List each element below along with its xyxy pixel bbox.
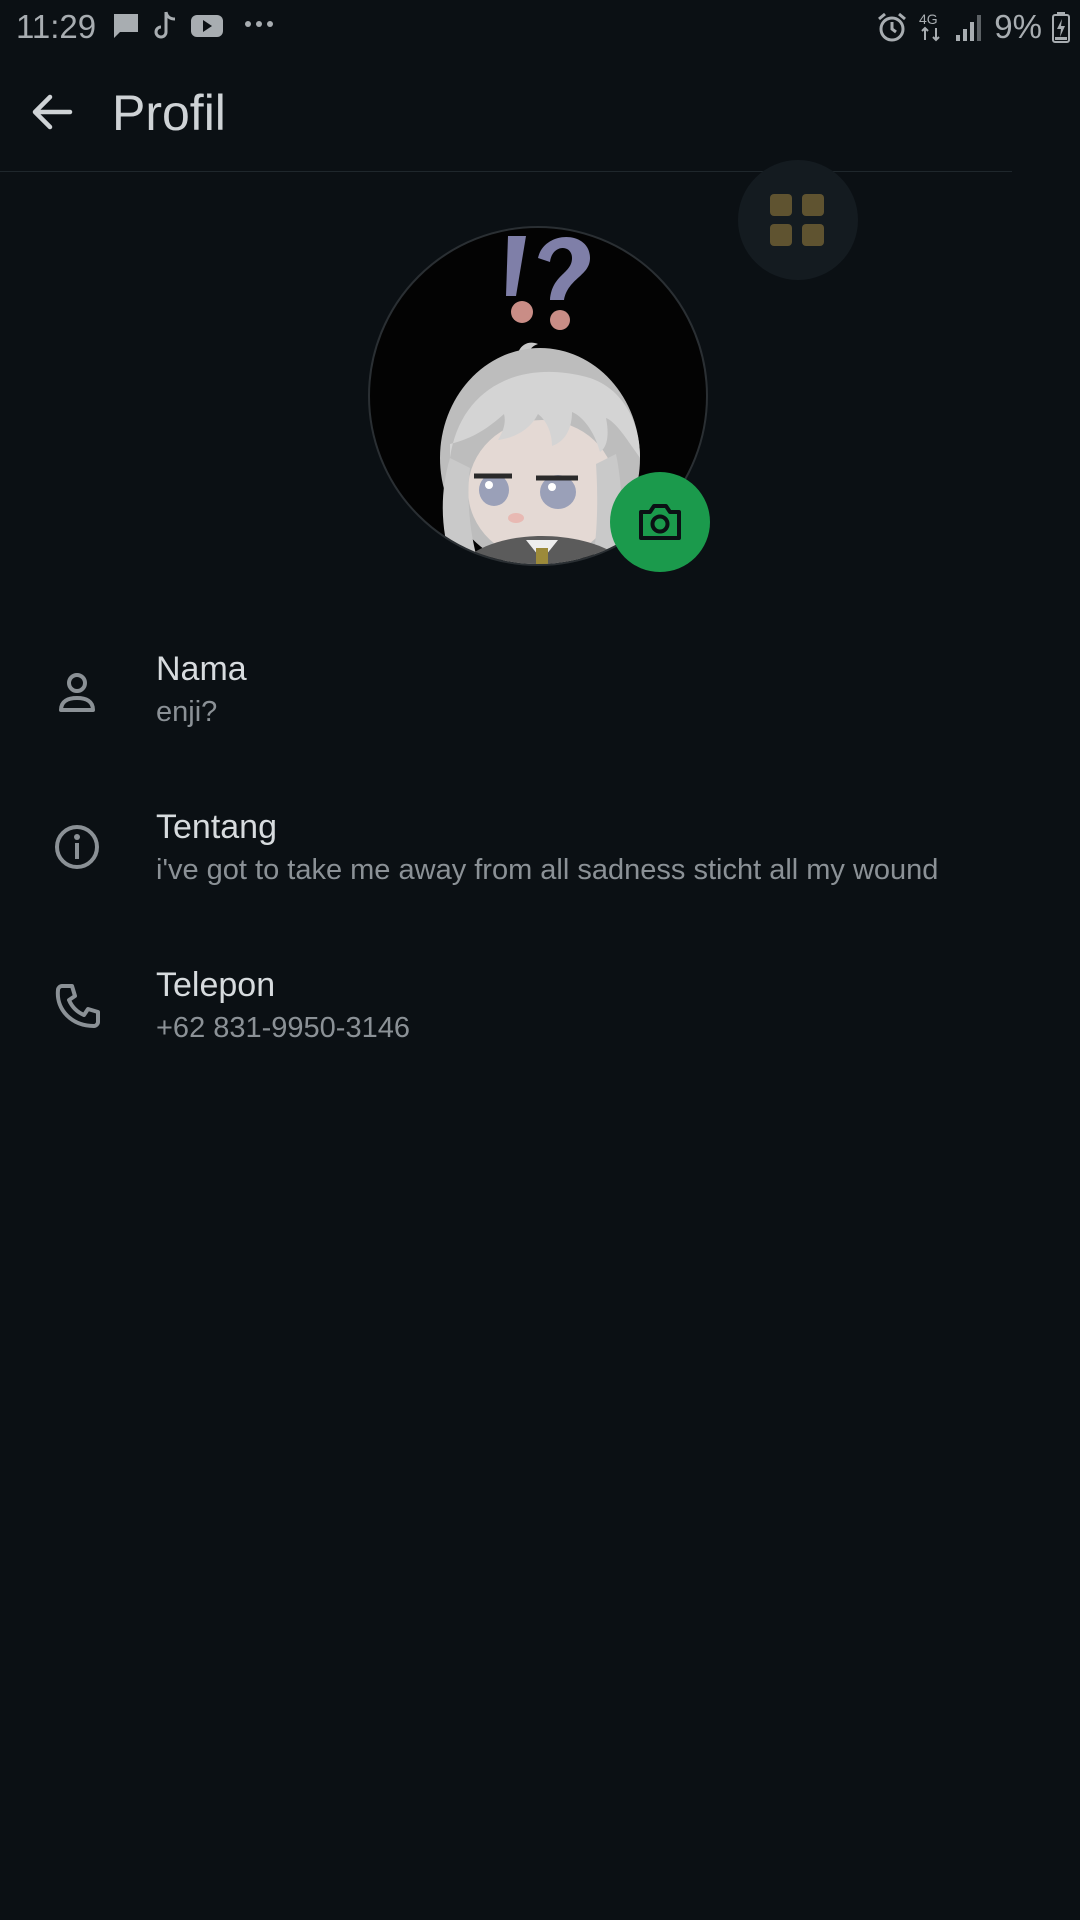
name-value: enji? [156, 696, 218, 728]
name-label: Nama [156, 650, 247, 688]
info-icon [55, 825, 99, 869]
app-bar: Profil [0, 52, 1080, 172]
battery-percent: 9% [994, 8, 1042, 45]
phone-value: +62 831-9950-3146 [156, 1012, 410, 1044]
battery-charging-icon [1052, 12, 1070, 43]
person-icon [59, 673, 95, 712]
status-bar: 11:29 4G 9% [0, 0, 1080, 52]
about-row[interactable]: Tentang i've got to take me away from al… [0, 788, 1080, 908]
grid-menu-icon[interactable] [738, 160, 858, 280]
youtube-icon [191, 15, 223, 37]
svg-text:4G: 4G [919, 11, 938, 27]
page-title: Profil [112, 85, 226, 141]
phone-row[interactable]: Telepon +62 831-9950-3146 [0, 946, 1080, 1066]
about-value: i've got to take me away from all sadnes… [156, 854, 939, 886]
change-photo-button[interactable] [610, 472, 710, 572]
name-row[interactable]: Nama enji? [0, 630, 1080, 750]
message-icon [114, 14, 138, 38]
network-4g-icon: 4G [919, 11, 941, 42]
signal-icon [956, 15, 982, 41]
back-arrow-icon[interactable] [22, 82, 82, 142]
status-time: 11:29 [16, 8, 97, 45]
camera-icon [639, 504, 681, 540]
about-label: Tentang [156, 808, 277, 846]
tiktok-icon [154, 11, 176, 39]
phone-label: Telepon [156, 966, 276, 1004]
more-dots-icon [245, 21, 273, 27]
phone-icon [55, 984, 100, 1028]
app-bar-divider [0, 171, 1012, 172]
alarm-icon [878, 12, 907, 42]
